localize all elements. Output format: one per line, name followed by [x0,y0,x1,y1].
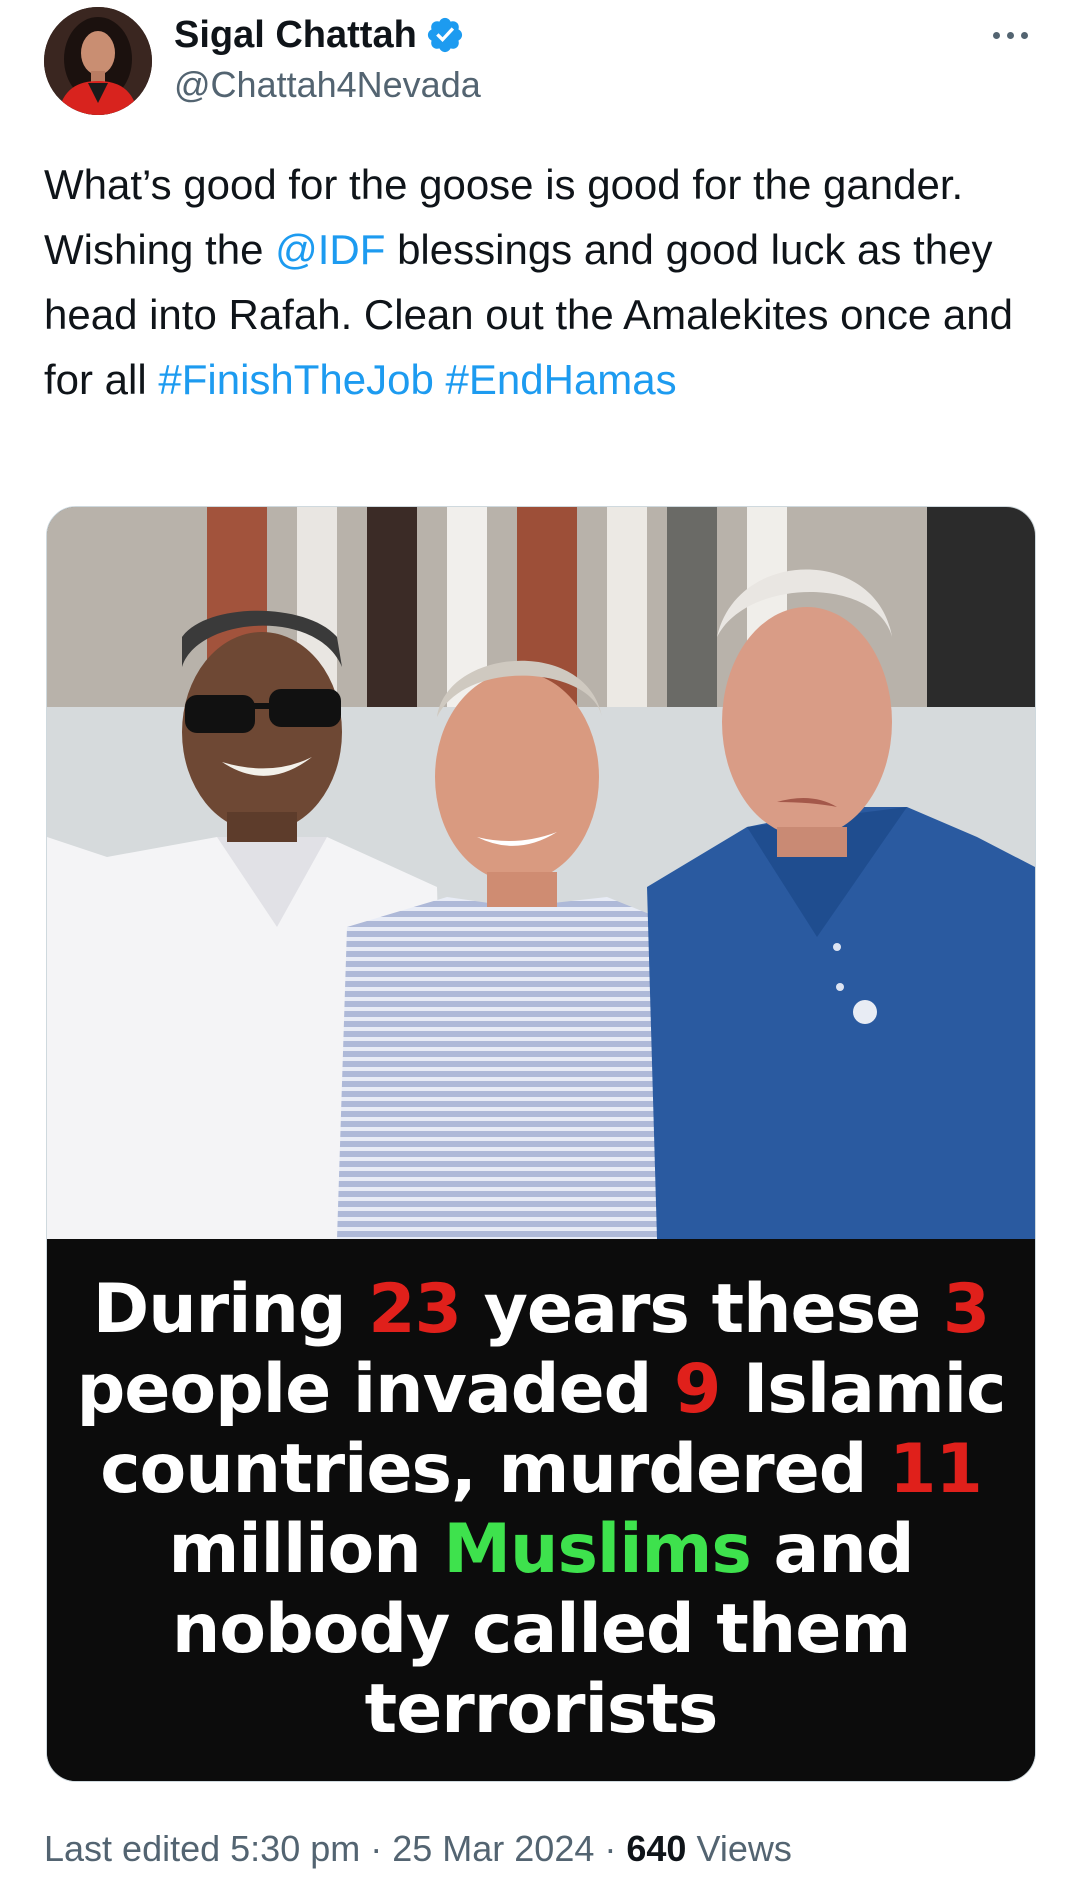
tweet-text-space [434,356,446,403]
caption-line: million Muslims and [168,1510,915,1590]
caption-text: terrorists [364,1670,719,1749]
caption-highlight: 11 [889,1430,983,1509]
more-dot [1006,31,1014,39]
tweet-text: What’s good for the goose is good for th… [44,152,1034,412]
author-display-name[interactable]: Sigal Chattah [174,14,417,57]
caption-line: During 23 years these 3 [92,1270,990,1350]
caption-highlight: 23 [368,1270,462,1349]
caption-text: Islamic [720,1350,1006,1429]
author-handle[interactable]: @Chattah4Nevada [174,64,481,106]
caption-text: During [92,1270,369,1349]
more-dot [992,31,1000,39]
more-options-icon[interactable] [985,20,1035,50]
caption-text: and [750,1510,915,1589]
avatar[interactable] [44,7,152,115]
views-count[interactable]: 640 [626,1828,686,1869]
caption-text: million [168,1510,444,1589]
views-label: Views [686,1828,792,1869]
tweet: Sigal Chattah @Chattah4Nevada What’s goo… [0,0,1080,1879]
caption-highlight: Muslims [443,1510,751,1589]
hashtag-link[interactable]: #EndHamas [446,356,677,403]
caption-highlight: 3 [942,1270,990,1349]
hashtag-link[interactable]: #FinishTheJob [158,356,433,403]
tweet-media[interactable]: During 23 years these 3 people invaded 9… [46,506,1036,1782]
avatar-image [44,7,152,115]
mention-link[interactable]: @IDF [275,226,385,273]
caption-text: nobody called them [171,1590,911,1669]
caption-text: people invaded [76,1350,674,1429]
media-caption: During 23 years these 3 people invaded 9… [47,1239,1035,1781]
edited-label[interactable]: Last edited [44,1828,220,1869]
meta-separator: · [360,1828,393,1869]
caption-text: years these [460,1270,943,1349]
caption-line: countries, murdered 11 [100,1430,983,1510]
verified-badge-icon [425,15,465,55]
caption-text: countries, murdered [100,1430,890,1509]
tweet-meta: Last edited 5:30 pm · 25 Mar 2024 · 640 … [44,1828,792,1870]
more-dot [1020,31,1028,39]
caption-line: terrorists [364,1670,719,1750]
caption-highlight: 9 [673,1350,721,1429]
meta-separator: · [594,1828,627,1869]
caption-line: people invaded 9 Islamic [76,1350,1007,1430]
media-photo [47,507,1035,1239]
caption-line: nobody called them [171,1590,911,1670]
tweet-time[interactable]: 5:30 pm [230,1828,360,1869]
tweet-date[interactable]: 25 Mar 2024 [392,1828,594,1869]
author-name-row: Sigal Chattah [174,10,465,60]
